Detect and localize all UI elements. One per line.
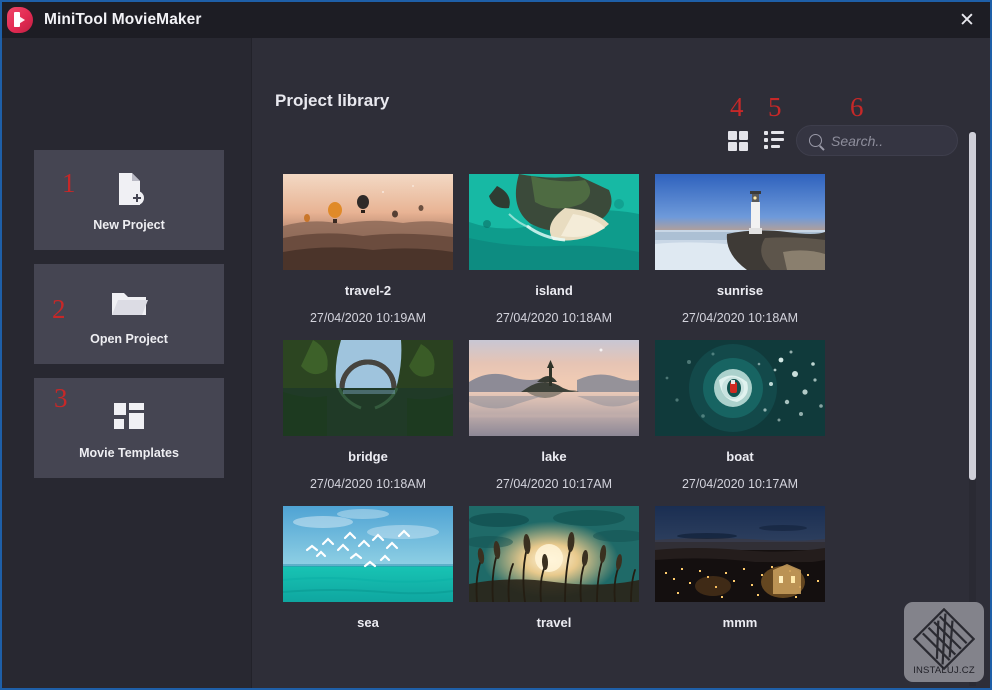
project-card[interactable]: island 27/04/2020 10:18AM — [461, 166, 647, 325]
project-card[interactable]: lake 27/04/2020 10:17AM — [461, 332, 647, 491]
watermark-label: INSTALUJ.CZ — [913, 665, 975, 676]
search-placeholder: Search.. — [831, 132, 884, 149]
project-date: 27/04/2020 10:18AM — [309, 477, 427, 491]
project-date: 27/04/2020 10:17AM — [495, 477, 613, 491]
sidebar: New Project Open Project Movie Templates… — [2, 38, 252, 688]
sidebar-button-label: Open Project — [90, 331, 168, 346]
project-name: lake — [541, 449, 567, 464]
night-city-lights-thumbnail — [655, 506, 825, 602]
project-name: boat — [726, 449, 754, 464]
search-icon — [809, 134, 822, 147]
close-icon[interactable]: ✕ — [944, 2, 990, 38]
search-input[interactable]: Search.. — [796, 125, 958, 156]
project-card[interactable]: sunrise 27/04/2020 10:18AM — [647, 166, 833, 325]
project-name: island — [535, 283, 573, 298]
page-title: Project library — [275, 91, 390, 110]
project-name: mmm — [722, 615, 758, 630]
project-card[interactable]: mmm — [647, 498, 833, 643]
aerial-island-beach-thumbnail — [469, 174, 639, 270]
movie-templates-button[interactable]: Movie Templates — [34, 378, 224, 478]
title-bar: MiniTool MovieMaker ✕ — [2, 2, 990, 38]
project-card[interactable]: travel-2 27/04/2020 10:19AM — [275, 166, 461, 325]
templates-grid-icon — [113, 397, 145, 437]
sidebar-button-label: New Project — [93, 217, 165, 232]
moviemaker-logo-icon — [7, 7, 33, 33]
wheat-field-sun-thumbnail — [469, 506, 639, 602]
project-date: 27/04/2020 10:19AM — [309, 311, 427, 325]
list-view-icon[interactable] — [762, 128, 786, 152]
birds-over-sea-thumbnail — [283, 506, 453, 602]
folder-open-icon — [110, 283, 148, 323]
watermark: INSTALUJ.CZ — [904, 602, 984, 682]
project-date: 27/04/2020 10:17AM — [681, 477, 799, 491]
instaluj-diamond-icon — [913, 608, 975, 670]
project-name: bridge — [348, 449, 388, 464]
project-name: travel — [536, 615, 572, 630]
app-title: MiniTool MovieMaker — [44, 11, 202, 28]
balloons-sunrise-thumbnail — [283, 174, 453, 270]
project-date: 27/04/2020 10:18AM — [495, 311, 613, 325]
project-card[interactable]: sea — [275, 498, 461, 643]
lighthouse-sunrise-thumbnail — [655, 174, 825, 270]
project-name: sunrise — [716, 283, 764, 298]
annotation-5: 5 — [768, 92, 782, 122]
project-grid: travel-2 27/04/2020 10:19AM island 27/04… — [275, 166, 965, 666]
scrollbar-thumb[interactable] — [969, 132, 976, 480]
project-card[interactable]: travel — [461, 498, 647, 643]
sidebar-button-label: Movie Templates — [79, 445, 179, 460]
arch-bridge-reflection-thumbnail — [283, 340, 453, 436]
app-window: MiniTool MovieMaker ✕ New Project Open P… — [0, 0, 992, 690]
main-panel: Project library Search.. 4 5 6 travel-2 … — [253, 38, 990, 688]
project-date: 27/04/2020 10:18AM — [681, 311, 799, 325]
new-project-button[interactable]: New Project — [34, 150, 224, 250]
red-boat-swirl-thumbnail — [655, 340, 825, 436]
open-project-button[interactable]: Open Project — [34, 264, 224, 364]
lake-island-dawn-thumbnail — [469, 340, 639, 436]
project-name: travel-2 — [344, 283, 392, 298]
project-name: sea — [357, 615, 379, 630]
grid-view-icon[interactable] — [726, 128, 750, 152]
annotation-6: 6 — [850, 92, 864, 122]
project-card[interactable]: boat 27/04/2020 10:17AM — [647, 332, 833, 491]
new-document-plus-icon — [114, 169, 144, 209]
annotation-4: 4 — [730, 92, 744, 122]
project-card[interactable]: bridge 27/04/2020 10:18AM — [275, 332, 461, 491]
